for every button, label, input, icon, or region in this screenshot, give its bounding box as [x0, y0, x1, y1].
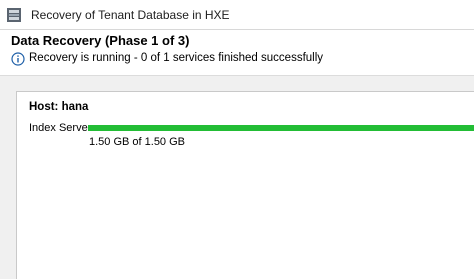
- index-server-progress-bar: [88, 125, 474, 131]
- database-window-icon: [6, 7, 22, 23]
- window-titlebar[interactable]: Recovery of Tenant Database in HXE: [0, 0, 474, 30]
- service-name-index-server: Index Server: [29, 122, 92, 134]
- host-label: Host: hana: [29, 101, 89, 113]
- index-server-progress-text: 1.50 GB of 1.50 GB: [89, 136, 186, 148]
- progress-fill: [88, 125, 474, 131]
- host-panel: [16, 91, 474, 279]
- page-title: Data Recovery (Phase 1 of 3): [11, 33, 190, 48]
- recovery-status-text: Recovery is running - 0 of 1 services fi…: [29, 52, 324, 64]
- window-title: Recovery of Tenant Database in HXE: [31, 8, 230, 22]
- info-icon: [11, 52, 25, 66]
